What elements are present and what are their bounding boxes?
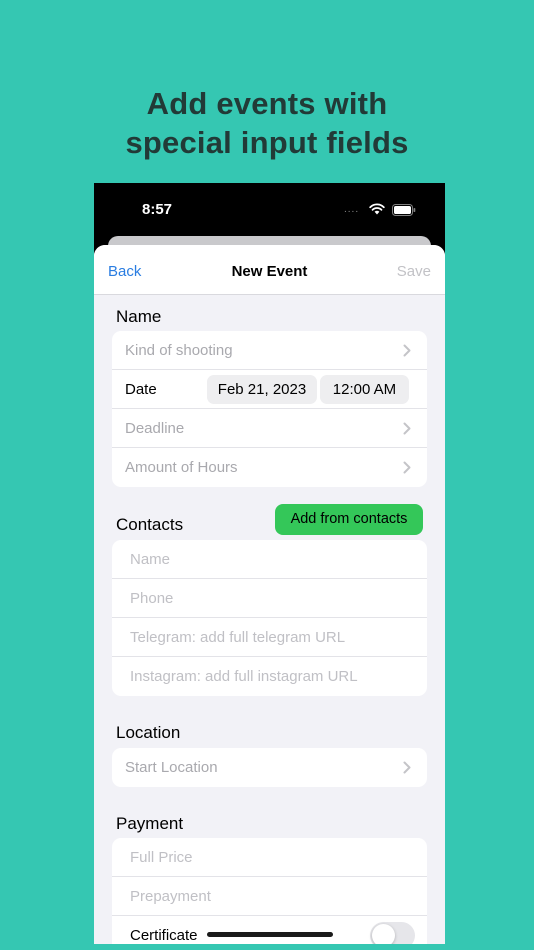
- deadline-row[interactable]: Deadline: [112, 409, 427, 448]
- kind-of-shooting-row[interactable]: Kind of shooting: [112, 331, 427, 370]
- contact-name-placeholder: Name: [130, 551, 171, 568]
- promo-line-1: Add events with: [146, 86, 388, 121]
- new-event-sheet: Back New Event Save Name Kind of shootin…: [94, 245, 445, 944]
- status-bar: 8:57 ....: [94, 183, 445, 237]
- date-row: Date Feb 21, 2023 12:00 AM: [112, 370, 427, 409]
- contact-telegram-field[interactable]: Telegram: add full telegram URL: [112, 618, 427, 657]
- status-time: 8:57: [142, 201, 173, 218]
- start-location-label: Start Location: [125, 759, 218, 776]
- time-picker[interactable]: 12:00 AM: [320, 375, 409, 404]
- full-price-field[interactable]: Full Price: [112, 838, 427, 877]
- section-title-name: Name: [116, 307, 162, 326]
- add-from-contacts-button[interactable]: Add from contacts: [275, 504, 423, 535]
- navigation-bar: Back New Event Save: [94, 245, 445, 295]
- certificate-label: Certificate: [130, 927, 198, 944]
- prepayment-field[interactable]: Prepayment: [112, 877, 427, 916]
- promo-line-2: special input fields: [125, 125, 409, 160]
- section-title-location: Location: [116, 723, 181, 742]
- chevron-right-icon: [403, 461, 411, 474]
- chevron-right-icon: [403, 344, 411, 357]
- kind-of-shooting-label: Kind of shooting: [125, 342, 233, 359]
- phone-screen: 8:57 .... Back New Event Save Name Kind …: [94, 183, 445, 944]
- contact-telegram-placeholder: Telegram: add full telegram URL: [130, 629, 346, 646]
- section-title-payment: Payment: [116, 814, 184, 833]
- location-group: Start Location: [112, 748, 427, 787]
- full-price-placeholder: Full Price: [130, 849, 193, 866]
- contact-phone-placeholder: Phone: [130, 590, 174, 607]
- save-button[interactable]: Save: [397, 263, 431, 280]
- date-label: Date: [125, 381, 157, 398]
- prepayment-placeholder: Prepayment: [130, 888, 211, 905]
- promo-headline: Add events with special input fields: [0, 84, 534, 162]
- payment-group: Full Price Prepayment Certificate: [112, 838, 427, 944]
- amount-of-hours-row[interactable]: Amount of Hours: [112, 448, 427, 487]
- certificate-row: Certificate: [112, 916, 427, 944]
- amount-of-hours-label: Amount of Hours: [125, 459, 238, 476]
- contact-phone-field[interactable]: Phone: [112, 579, 427, 618]
- chevron-right-icon: [403, 422, 411, 435]
- section-title-contacts: Contacts: [116, 515, 184, 534]
- home-indicator: [207, 932, 333, 937]
- contact-instagram-field[interactable]: Instagram: add full instagram URL: [112, 657, 427, 696]
- toggle-knob: [372, 924, 395, 944]
- chevron-right-icon: [403, 761, 411, 774]
- contact-instagram-placeholder: Instagram: add full instagram URL: [130, 668, 358, 685]
- contact-name-field[interactable]: Name: [112, 540, 427, 579]
- contacts-group: Name Phone Telegram: add full telegram U…: [112, 540, 427, 696]
- certificate-toggle[interactable]: [370, 922, 415, 944]
- name-group: Kind of shooting Date Feb 21, 2023 12:00…: [112, 331, 427, 487]
- wifi-icon: [369, 203, 385, 215]
- signal-icon: ....: [344, 204, 360, 215]
- start-location-row[interactable]: Start Location: [112, 748, 427, 787]
- deadline-label: Deadline: [125, 420, 185, 437]
- date-picker[interactable]: Feb 21, 2023: [207, 375, 317, 404]
- battery-icon: [392, 204, 416, 216]
- page-title: New Event: [231, 263, 308, 280]
